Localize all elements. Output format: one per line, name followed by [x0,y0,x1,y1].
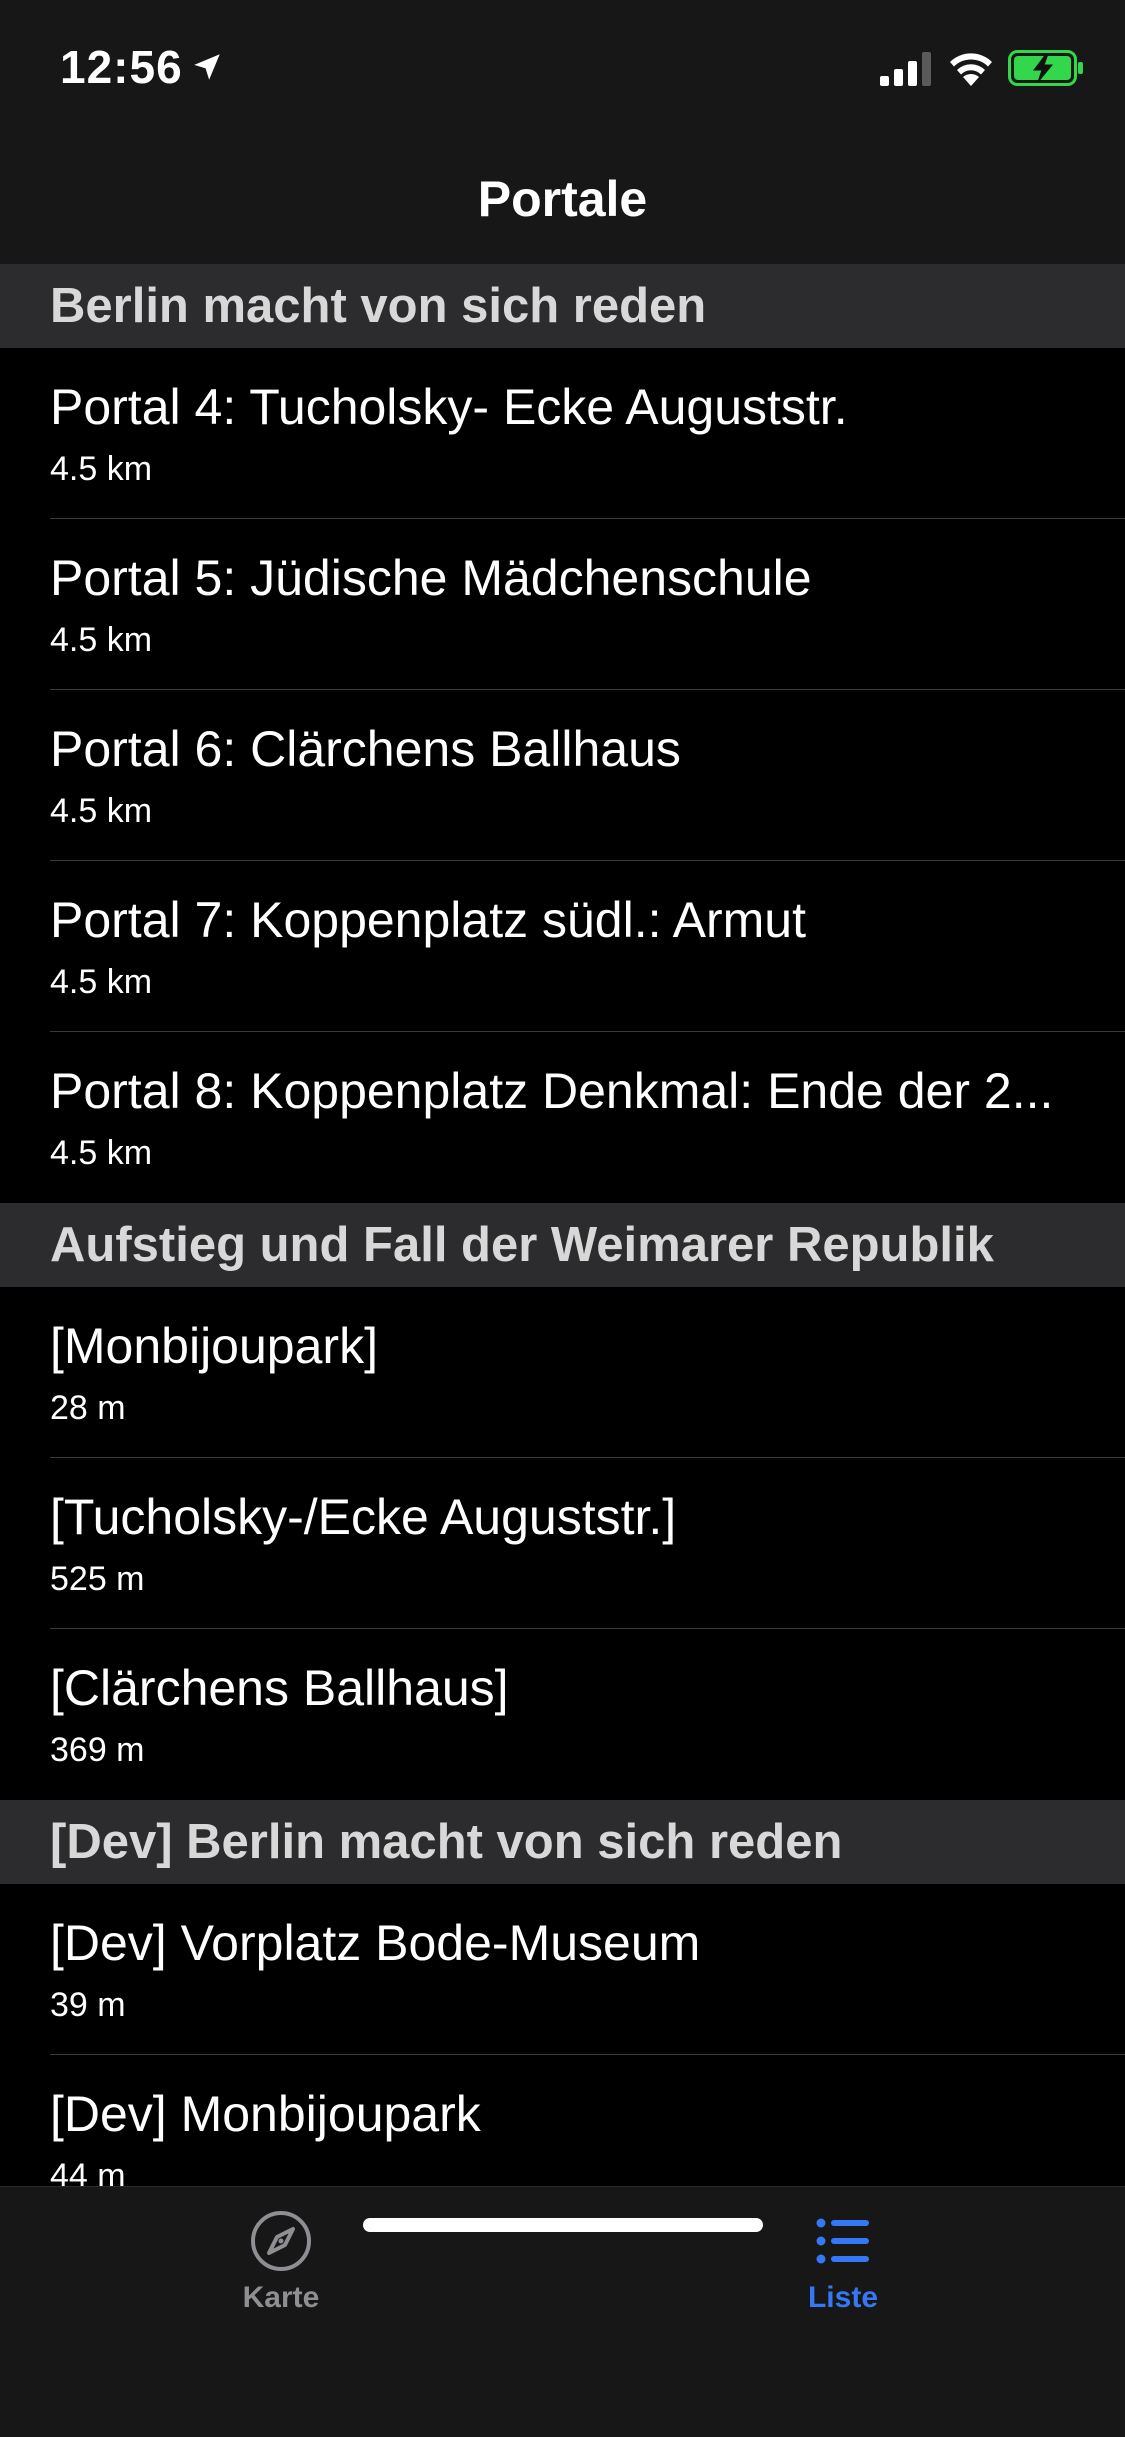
list-item-distance: 525 m [50,1560,145,1598]
list-item-distance: 4.5 km [50,621,153,659]
list-item[interactable]: [Dev] Vorplatz Bode-Museum 39 m [0,1884,1125,2055]
list-item-distance: 4.5 km [50,1134,153,1172]
battery-charging-icon [1008,50,1083,86]
navigation-bar: Portale [0,132,1125,264]
list-item-distance: 44 m [50,2157,126,2186]
list-item-title: Portal 4: Tucholsky- Ecke Auguststr. [50,379,848,435]
list-item[interactable]: Portal 6: Clärchens Ballhaus 4.5 km [0,690,1125,861]
wifi-icon [950,53,992,86]
list-item[interactable]: [Dev] Monbijoupark 44 m [0,2055,1125,2186]
list-item-distance: 28 m [50,1389,126,1427]
section-header: Aufstieg und Fall der Weimarer Republik [0,1203,1125,1287]
status-time: 12:56 [60,41,183,93]
list-item-title: [Tucholsky-/Ecke Auguststr.] [50,1489,677,1545]
list-item[interactable]: Portal 5: Jüdische Mädchenschule 4.5 km [0,519,1125,690]
list-item-distance: 369 m [50,1731,145,1769]
list-item[interactable]: Portal 7: Koppenplatz südl.: Armut 4.5 k… [0,861,1125,1032]
tab-label: Karte [242,2281,320,2314]
home-indicator[interactable] [363,2218,763,2232]
list-item-distance: 4.5 km [50,450,153,488]
list-item-distance: 39 m [50,1986,126,2024]
list-item-title: Portal 6: Clärchens Ballhaus [50,721,681,777]
list-item-title: [Clärchens Ballhaus] [50,1660,509,1716]
list-item[interactable]: [Clärchens Ballhaus] 369 m [0,1629,1125,1800]
cellular-signal-icon [880,52,931,86]
portal-list[interactable]: Berlin macht von sich reden Portal 4: Tu… [0,264,1125,2186]
section-header-label: Berlin macht von sich reden [50,279,707,333]
list-item-distance: 4.5 km [50,963,153,1001]
section-header: [Dev] Berlin macht von sich reden [0,1800,1125,1884]
list-item-title: [Dev] Vorplatz Bode-Museum [50,1915,701,1971]
list-item[interactable]: [Tucholsky-/Ecke Auguststr.] 525 m [0,1458,1125,1629]
list-item[interactable]: Portal 8: Koppenplatz Denkmal: Ende der … [0,1032,1125,1203]
location-arrow-icon [194,54,220,80]
list-item[interactable]: [Monbijoupark] 28 m [0,1287,1125,1458]
list-item-title: Portal 7: Koppenplatz südl.: Armut [50,892,806,948]
section-header-label: Aufstieg und Fall der Weimarer Republik [50,1218,994,1272]
section-header-label: [Dev] Berlin macht von sich reden [50,1815,843,1869]
status-bar: 12:56 [0,0,1125,132]
list-item-distance: 4.5 km [50,792,153,830]
tab-label: Liste [807,2281,879,2314]
list-item-title: [Dev] Monbijoupark [50,2086,481,2142]
list-item-title: Portal 5: Jüdische Mädchenschule [50,550,812,606]
compass-icon [251,2211,311,2271]
list-item[interactable]: Portal 4: Tucholsky- Ecke Auguststr. 4.5… [0,348,1125,519]
section-header: Berlin macht von sich reden [0,264,1125,348]
page-title: Portale [477,171,648,227]
list-icon [816,2218,869,2264]
list-item-title: Portal 8: Koppenplatz Denkmal: Ende der … [50,1063,1054,1119]
list-item-title: [Monbijoupark] [50,1318,378,1374]
